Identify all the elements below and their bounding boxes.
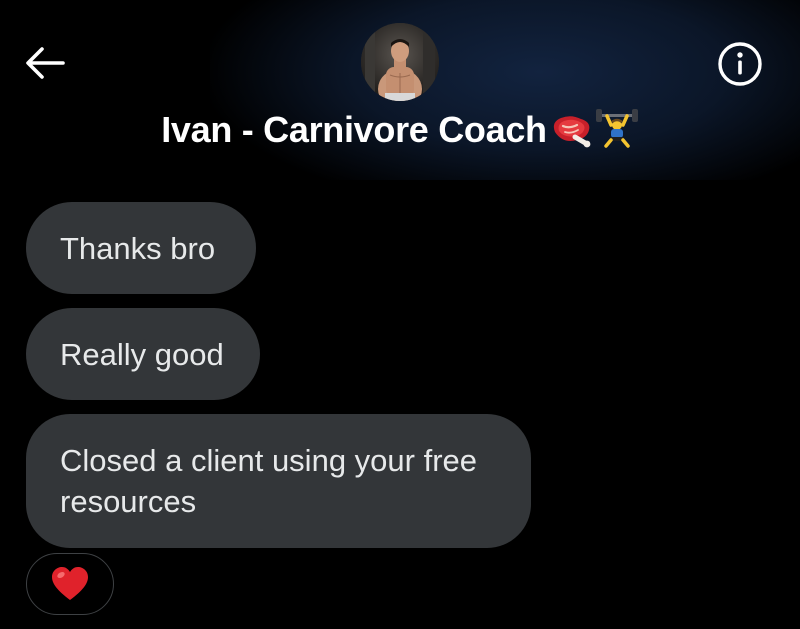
red-heart-emoji (52, 567, 88, 600)
message-text: Thanks bro (60, 231, 216, 266)
profile-photo (361, 23, 439, 101)
avatar[interactable] (361, 23, 439, 101)
info-circle-icon (718, 42, 762, 86)
back-button[interactable] (22, 40, 68, 86)
conversation-info-button[interactable] (716, 40, 764, 88)
conversation-header: Ivan - Carnivore Coach (0, 0, 800, 180)
message-reaction[interactable] (26, 553, 114, 615)
message-text: Closed a client using your free resource… (60, 443, 478, 519)
contact-name[interactable]: Ivan - Carnivore Coach (0, 108, 800, 157)
message-bubble[interactable]: Really good (26, 308, 260, 400)
message-text: Really good (60, 337, 224, 372)
message-bubble[interactable]: Closed a client using your free resource… (26, 414, 531, 548)
steak-emoji (549, 112, 593, 157)
arrow-left-icon (26, 47, 65, 79)
weightlifter-emoji (595, 108, 639, 157)
message-bubble[interactable]: Thanks bro (26, 202, 256, 294)
contact-name-text: Ivan - Carnivore Coach (161, 109, 547, 150)
dm-conversation-screen: Ivan - Carnivore Coach Thanks bro Really… (0, 0, 800, 629)
